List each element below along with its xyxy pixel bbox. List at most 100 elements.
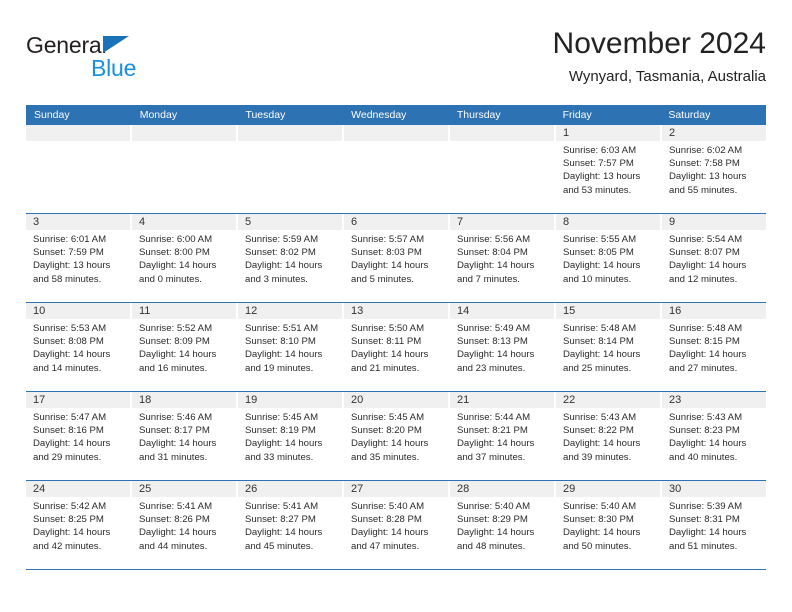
calendar-day-cell[interactable]: 20 Sunrise: 5:45 AM Sunset: 8:20 PM Dayligh… [344, 392, 450, 480]
day-sun-info: Sunrise: 6:00 AM Sunset: 8:00 PM Daylight:… [132, 230, 236, 286]
daylight-text-line1: Daylight: 14 hours [351, 438, 429, 450]
calendar-day-cell[interactable]: 12 Sunrise: 5:51 AM Sunset: 8:10 PM Dayligh… [238, 303, 344, 391]
daylight-text-line1: Daylight: 13 hours [563, 171, 641, 183]
weekday-header-thursday: Thursday [456, 109, 501, 121]
day-number: 2 [662, 125, 766, 141]
day-number: 30 [662, 481, 766, 497]
calendar-day-cell[interactable]: 5 Sunrise: 5:59 AM Sunset: 8:02 PM Daylight… [238, 214, 344, 302]
daylight-text-line2: and 12 minutes. [669, 273, 738, 285]
daylight-text-line1: Daylight: 14 hours [245, 527, 323, 539]
weekday-header-sunday: Sunday [34, 109, 70, 121]
calendar-day-cell-empty [238, 125, 344, 213]
calendar-day-cell[interactable]: 22 Sunrise: 5:43 AM Sunset: 8:22 PM Dayligh… [556, 392, 662, 480]
calendar-day-cell[interactable]: 9 Sunrise: 5:54 AM Sunset: 8:07 PM Daylight… [662, 214, 766, 302]
page-subtitle: Wynyard, Tasmania, Australia [568, 68, 766, 85]
weekday-header-wednesday: Wednesday [351, 109, 407, 121]
generalblue-logo[interactable]: General Blue [26, 32, 226, 84]
day-sun-info: Sunrise: 6:01 AM Sunset: 7:59 PM Daylight:… [26, 230, 130, 286]
calendar-day-cell[interactable]: 11 Sunrise: 5:52 AM Sunset: 8:09 PM Dayligh… [132, 303, 238, 391]
daylight-text-line2: and 25 minutes. [563, 362, 632, 374]
daylight-text-line1: Daylight: 14 hours [457, 260, 535, 272]
calendar-weeks: 1 Sunrise: 6:03 AM Sunset: 7:57 PM Daylight… [26, 125, 766, 570]
daylight-text-line2: and 19 minutes. [245, 362, 314, 374]
calendar-day-cell[interactable]: 28 Sunrise: 5:40 AM Sunset: 8:29 PM Dayligh… [450, 481, 556, 569]
daylight-text-line2: and 50 minutes. [563, 540, 632, 552]
sunrise-text: Sunrise: 5:40 AM [563, 501, 637, 512]
sunset-text: Sunset: 8:31 PM [669, 514, 740, 526]
day-number: 14 [450, 303, 554, 319]
calendar-day-cell[interactable]: 1 Sunrise: 6:03 AM Sunset: 7:57 PM Daylight… [556, 125, 662, 213]
sunset-text: Sunset: 8:23 PM [669, 425, 740, 437]
calendar-day-cell[interactable]: 30 Sunrise: 5:39 AM Sunset: 8:31 PM Dayligh… [662, 481, 766, 569]
calendar-day-cell[interactable]: 23 Sunrise: 5:43 AM Sunset: 8:23 PM Dayligh… [662, 392, 766, 480]
day-sun-info: Sunrise: 5:45 AM Sunset: 8:20 PM Daylight:… [344, 408, 448, 464]
day-sun-info: Sunrise: 5:56 AM Sunset: 8:04 PM Daylight:… [450, 230, 554, 286]
calendar-day-cell[interactable]: 19 Sunrise: 5:45 AM Sunset: 8:19 PM Dayligh… [238, 392, 344, 480]
daylight-text-line2: and 45 minutes. [245, 540, 314, 552]
daylight-text-line2: and 58 minutes. [33, 273, 102, 285]
calendar-day-cell[interactable]: 29 Sunrise: 5:40 AM Sunset: 8:30 PM Dayligh… [556, 481, 662, 569]
day-number: 19 [238, 392, 342, 408]
daylight-text-line2: and 16 minutes. [139, 362, 208, 374]
day-sun-info: Sunrise: 5:40 AM Sunset: 8:30 PM Daylight:… [556, 497, 660, 553]
calendar-day-cell[interactable]: 27 Sunrise: 5:40 AM Sunset: 8:28 PM Dayligh… [344, 481, 450, 569]
sunrise-text: Sunrise: 5:46 AM [139, 412, 213, 423]
daylight-text-line1: Daylight: 14 hours [139, 438, 217, 450]
calendar-day-cell[interactable]: 13 Sunrise: 5:50 AM Sunset: 8:11 PM Dayligh… [344, 303, 450, 391]
day-number: 22 [556, 392, 660, 408]
calendar-day-cell[interactable]: 2 Sunrise: 6:02 AM Sunset: 7:58 PM Daylight… [662, 125, 766, 213]
calendar-day-cell[interactable]: 10 Sunrise: 5:53 AM Sunset: 8:08 PM Dayligh… [26, 303, 132, 391]
daylight-text-line2: and 7 minutes. [457, 273, 520, 285]
sunset-text: Sunset: 8:27 PM [245, 514, 316, 526]
day-number: 1 [556, 125, 660, 141]
daylight-text-line2: and 37 minutes. [457, 451, 526, 463]
day-number: 4 [132, 214, 236, 230]
logo-word-blue: Blue [91, 55, 137, 81]
sunrise-text: Sunrise: 5:43 AM [669, 412, 743, 423]
daylight-text-line1: Daylight: 14 hours [351, 527, 429, 539]
triangle-icon [103, 36, 129, 53]
day-sun-info: Sunrise: 6:03 AM Sunset: 7:57 PM Daylight:… [556, 141, 660, 197]
calendar-week-row: 10 Sunrise: 5:53 AM Sunset: 8:08 PM Dayligh… [26, 303, 766, 392]
daylight-text-line2: and 14 minutes. [33, 362, 102, 374]
calendar-day-cell[interactable]: 24 Sunrise: 5:42 AM Sunset: 8:25 PM Dayligh… [26, 481, 132, 569]
day-number: 28 [450, 481, 554, 497]
sunrise-text: Sunrise: 5:42 AM [33, 501, 107, 512]
calendar-week-row: 17 Sunrise: 5:47 AM Sunset: 8:16 PM Dayligh… [26, 392, 766, 481]
calendar-day-cell[interactable]: 15 Sunrise: 5:48 AM Sunset: 8:14 PM Dayligh… [556, 303, 662, 391]
day-number: 17 [26, 392, 130, 408]
sunset-text: Sunset: 8:14 PM [563, 336, 634, 348]
day-sun-info: Sunrise: 5:41 AM Sunset: 8:27 PM Daylight:… [238, 497, 342, 553]
daylight-text-line1: Daylight: 14 hours [139, 260, 217, 272]
sunset-text: Sunset: 8:29 PM [457, 514, 528, 526]
calendar-day-cell[interactable]: 25 Sunrise: 5:41 AM Sunset: 8:26 PM Dayligh… [132, 481, 238, 569]
sunset-text: Sunset: 8:21 PM [457, 425, 528, 437]
calendar-day-cell[interactable]: 7 Sunrise: 5:56 AM Sunset: 8:04 PM Daylight… [450, 214, 556, 302]
day-number [26, 125, 130, 141]
calendar-day-cell[interactable]: 18 Sunrise: 5:46 AM Sunset: 8:17 PM Dayligh… [132, 392, 238, 480]
calendar-day-cell[interactable]: 8 Sunrise: 5:55 AM Sunset: 8:05 PM Daylight… [556, 214, 662, 302]
calendar-day-cell[interactable]: 16 Sunrise: 5:48 AM Sunset: 8:15 PM Dayligh… [662, 303, 766, 391]
calendar-day-cell[interactable]: 17 Sunrise: 5:47 AM Sunset: 8:16 PM Dayligh… [26, 392, 132, 480]
day-number: 24 [26, 481, 130, 497]
daylight-text-line1: Daylight: 14 hours [669, 260, 747, 272]
sunrise-text: Sunrise: 5:40 AM [457, 501, 531, 512]
sunset-text: Sunset: 8:28 PM [351, 514, 422, 526]
calendar-day-cell[interactable]: 21 Sunrise: 5:44 AM Sunset: 8:21 PM Dayligh… [450, 392, 556, 480]
sunrise-text: Sunrise: 5:44 AM [457, 412, 531, 423]
sunrise-text: Sunrise: 5:54 AM [669, 234, 743, 245]
sunset-text: Sunset: 8:09 PM [139, 336, 210, 348]
calendar-day-cell[interactable]: 26 Sunrise: 5:41 AM Sunset: 8:27 PM Dayligh… [238, 481, 344, 569]
calendar-day-cell[interactable]: 14 Sunrise: 5:49 AM Sunset: 8:13 PM Dayligh… [450, 303, 556, 391]
daylight-text-line1: Daylight: 14 hours [669, 527, 747, 539]
sunset-text: Sunset: 7:59 PM [33, 247, 104, 259]
daylight-text-line2: and 27 minutes. [669, 362, 738, 374]
day-sun-info: Sunrise: 5:53 AM Sunset: 8:08 PM Daylight:… [26, 319, 130, 375]
daylight-text-line2: and 51 minutes. [669, 540, 738, 552]
calendar-day-cell[interactable]: 4 Sunrise: 6:00 AM Sunset: 8:00 PM Daylight… [132, 214, 238, 302]
calendar-day-cell[interactable]: 3 Sunrise: 6:01 AM Sunset: 7:59 PM Daylight… [26, 214, 132, 302]
calendar-day-cell[interactable]: 6 Sunrise: 5:57 AM Sunset: 8:03 PM Daylight… [344, 214, 450, 302]
calendar-grid: Sunday Monday Tuesday Wednesday Thursday Frid… [26, 105, 766, 570]
day-sun-info: Sunrise: 5:55 AM Sunset: 8:05 PM Daylight:… [556, 230, 660, 286]
daylight-text-line2: and 21 minutes. [351, 362, 420, 374]
